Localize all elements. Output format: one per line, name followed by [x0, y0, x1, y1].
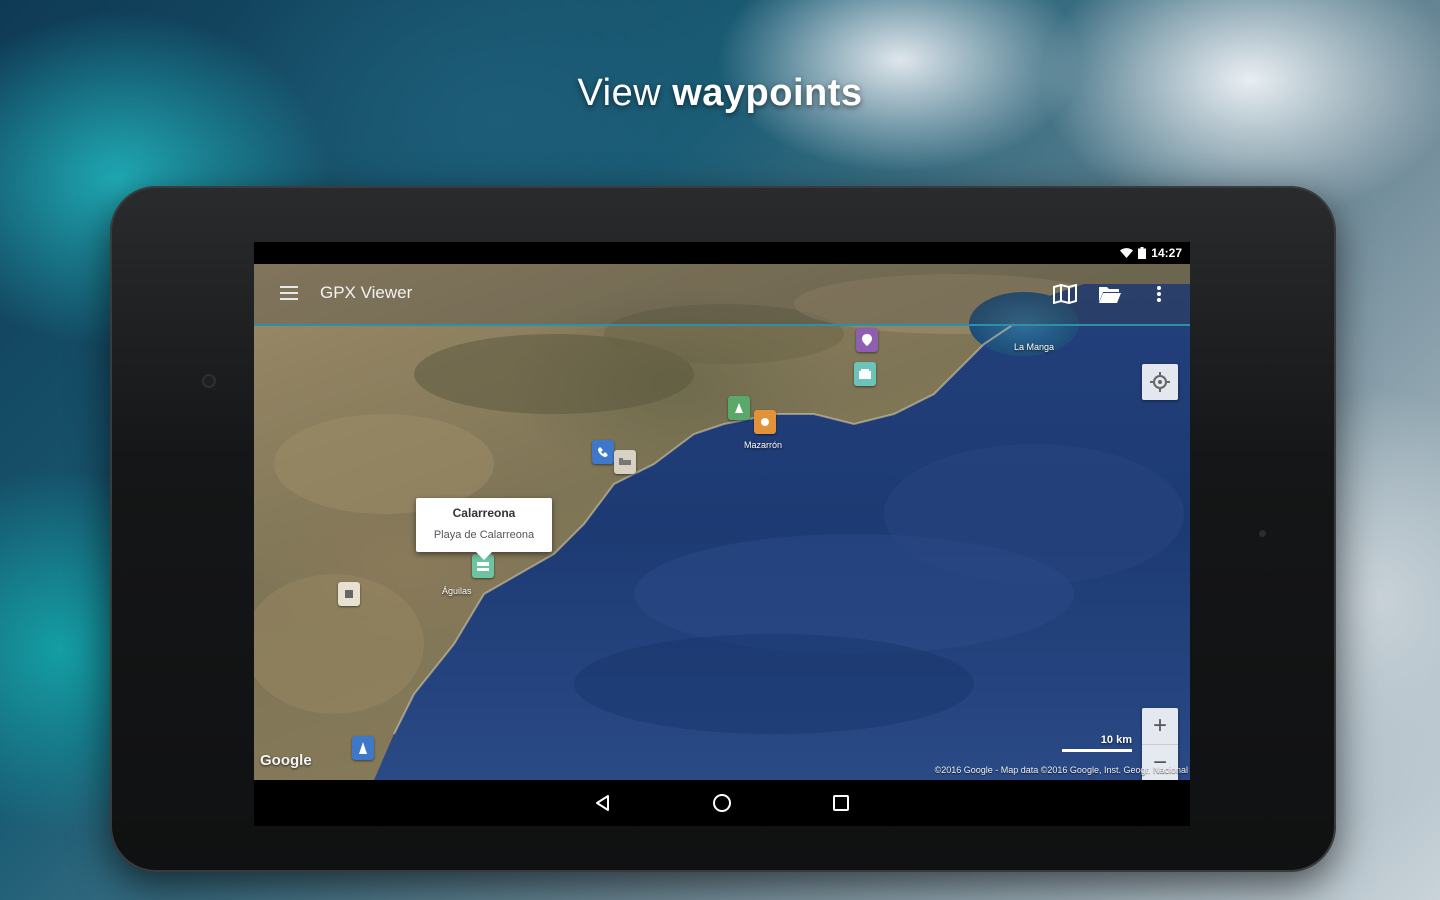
- waypoint-info-window[interactable]: Calarreona Playa de Calarreona: [416, 498, 552, 560]
- map-label: La Manga: [1014, 342, 1055, 352]
- wifi-icon: [1120, 247, 1134, 258]
- map-scale: 10 km: [1062, 734, 1132, 752]
- recents-button[interactable]: [828, 790, 854, 816]
- crosshair-icon: [1150, 372, 1170, 392]
- open-file-button[interactable]: [1097, 282, 1123, 306]
- folder-open-icon: [1099, 287, 1121, 303]
- back-button[interactable]: [590, 790, 616, 816]
- status-time: 14:27: [1151, 246, 1182, 260]
- promo-headline: View waypoints: [0, 72, 1440, 115]
- headline-light: View: [577, 72, 662, 114]
- zoom-in-button[interactable]: +: [1142, 708, 1178, 745]
- navigation-bar: [254, 780, 1190, 826]
- map-icon: [1053, 284, 1077, 304]
- waypoint-marker[interactable]: [854, 362, 876, 386]
- battery-icon: [1138, 247, 1147, 259]
- map-view[interactable]: Calarreona Playa de Calarreona La Manga …: [254, 264, 1190, 780]
- scale-label: 10 km: [1100, 734, 1132, 746]
- device-screen: Calarreona Playa de Calarreona La Manga …: [254, 242, 1190, 826]
- status-bar: 14:27: [254, 242, 1190, 264]
- waypoint-marker[interactable]: [754, 410, 776, 434]
- map-label: Mazarrón: [744, 440, 783, 450]
- info-window-title: Calarreona: [452, 506, 516, 520]
- waypoint-marker[interactable]: [614, 450, 636, 474]
- waypoint-marker[interactable]: [352, 736, 374, 760]
- waypoint-marker[interactable]: [338, 582, 360, 606]
- google-logo: Google: [260, 752, 312, 769]
- recents-icon: [833, 795, 849, 811]
- camera-icon: [202, 374, 216, 388]
- waypoint-marker[interactable]: [728, 396, 750, 420]
- map-label: Águilas: [442, 586, 472, 596]
- map-attribution: ©2016 Google - Map data ©2016 Google, In…: [934, 765, 1188, 775]
- tablet-frame: Calarreona Playa de Calarreona La Manga …: [110, 186, 1336, 872]
- headline-bold: waypoints: [672, 72, 863, 114]
- home-button[interactable]: [709, 790, 735, 816]
- waypoint-marker[interactable]: [856, 328, 878, 352]
- overflow-menu-button[interactable]: [1146, 282, 1172, 306]
- menu-icon[interactable]: [280, 286, 298, 300]
- waypoint-marker[interactable]: [592, 440, 614, 464]
- info-window-subtitle: Playa de Calarreona: [433, 529, 535, 541]
- more-vert-icon: [1157, 286, 1161, 302]
- map-type-button[interactable]: [1052, 282, 1078, 306]
- app-toolbar: GPX Viewer: [254, 264, 1190, 326]
- app-title: GPX Viewer: [320, 283, 413, 302]
- my-location-button[interactable]: [1142, 364, 1178, 400]
- home-icon: [713, 794, 731, 812]
- scale-bar: [1062, 749, 1132, 752]
- back-icon: [596, 795, 609, 811]
- sensor-dot: [1259, 530, 1266, 537]
